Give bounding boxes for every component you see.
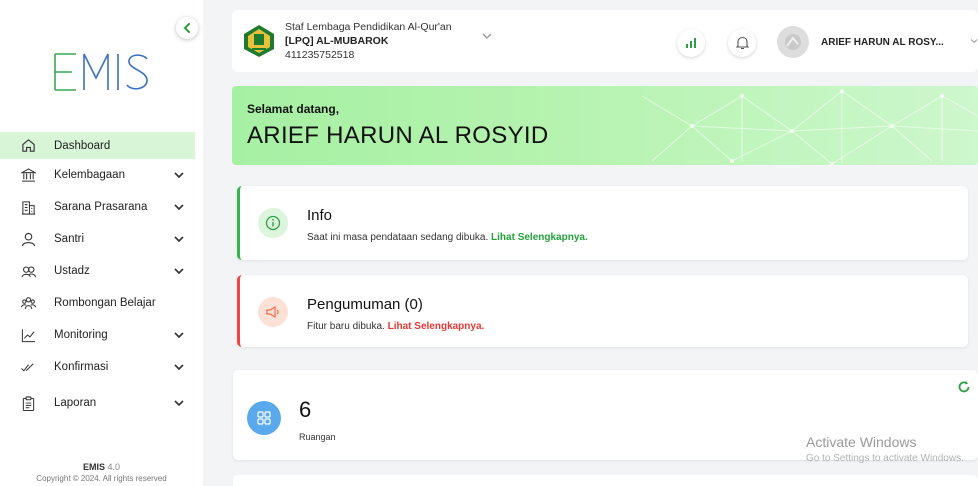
info-icon [258, 208, 288, 238]
sidebar-item-ustadz[interactable]: Ustadz [0, 255, 203, 287]
announcement-title: Pengumuman (0) [307, 296, 423, 313]
sidebar-item-konfirmasi[interactable]: Konfirmasi [0, 351, 203, 383]
chevron-down-icon [174, 204, 184, 211]
sidebar-item-label: Konfirmasi [54, 361, 109, 373]
org-id: 411235752518 [285, 49, 355, 61]
sidebar-item-label: Ustadz [54, 265, 90, 277]
statistics-button[interactable] [677, 29, 705, 57]
version-number: 4.0 [107, 462, 121, 472]
welcome-banner: Selamat datang, ARIEF HARUN AL ROSYID [232, 86, 978, 165]
user-name[interactable]: ARIEF HARUN AL ROSY... [821, 37, 944, 48]
emis-logo-mark [54, 53, 148, 91]
building-icon [20, 199, 36, 215]
chevron-down-icon [174, 268, 184, 275]
version-name: EMIS [82, 462, 105, 472]
org-role: Staf Lembaga Pendidikan Al-Qur'an [285, 21, 452, 33]
top-header: Staf Lembaga Pendidikan Al-Qur'an [LPQ] … [232, 10, 978, 72]
next-stat-card [233, 475, 978, 486]
collapse-sidebar-button[interactable] [176, 17, 198, 39]
user-full-name: ARIEF HARUN AL ROSYID [247, 122, 549, 149]
chevron-down-icon [174, 400, 184, 407]
sidebar-item-laporan[interactable]: Laporan [0, 383, 203, 423]
sidebar-item-label: Rombongan Belajar [54, 297, 156, 309]
info-read-more-link[interactable]: Lihat Selengkapnya. [491, 232, 588, 243]
user-icon [20, 231, 36, 247]
sidebar-item-sarana-prasarana[interactable]: Sarana Prasarana [0, 191, 203, 223]
chevron-down-icon [174, 236, 184, 243]
chevron-left-icon [183, 23, 190, 33]
announcement-text: Fitur baru dibuka. [307, 321, 385, 332]
avatar[interactable] [777, 26, 809, 58]
institution-selector[interactable]: Staf Lembaga Pendidikan Al-Qur'an [LPQ] … [285, 20, 452, 62]
watermark-title: Activate Windows [806, 434, 917, 450]
org-name: [LPQ] AL-MUBAROK [285, 35, 389, 47]
announcement-read-more-link[interactable]: Lihat Selengkapnya. [388, 321, 485, 332]
copyright-text: Copyright © 2024. All rights reserved [36, 474, 167, 483]
group-icon [20, 295, 36, 311]
activate-windows-watermark: Activate Windows Go to Settings to activ… [806, 434, 964, 464]
rooms-count: 6 [299, 397, 312, 422]
chevron-down-icon [174, 172, 184, 179]
institution-icon [20, 167, 36, 183]
rooms-label: Ruangan [299, 432, 336, 442]
sidebar-item-label: Monitoring [54, 329, 108, 341]
info-card: Info Saat ini masa pendataan sedang dibu… [237, 186, 968, 260]
chevron-down-icon [174, 364, 184, 371]
avatar-placeholder-icon [785, 34, 801, 50]
watermark-subtitle: Go to Settings to activate Windows. [806, 453, 964, 464]
sidebar-footer: EMIS 4.0 Copyright © 2024. All rights re… [0, 462, 203, 483]
sidebar-nav: Dashboard Kelembagaan Sarana Prasarana S… [0, 132, 203, 423]
sidebar-item-kelembagaan[interactable]: Kelembagaan [0, 159, 203, 191]
info-description: Saat ini masa pendataan sedang dibuka. L… [307, 232, 588, 243]
sidebar: Dashboard Kelembagaan Sarana Prasarana S… [0, 0, 203, 486]
sidebar-item-monitoring[interactable]: Monitoring [0, 319, 203, 351]
users-icon [20, 263, 36, 279]
notifications-button[interactable] [728, 29, 756, 57]
emis-logo [52, 50, 152, 94]
bell-icon [735, 36, 749, 50]
sidebar-item-label: Sarana Prasarana [54, 201, 148, 213]
ministry-emblem-icon [242, 24, 276, 58]
megaphone-icon [258, 297, 288, 327]
info-text: Saat ini masa pendataan sedang dibuka. [307, 232, 489, 243]
chart-line-icon [20, 327, 36, 343]
home-icon [20, 138, 36, 154]
sidebar-item-dashboard[interactable]: Dashboard [0, 132, 195, 159]
sidebar-item-label: Dashboard [54, 139, 111, 152]
network-pattern-decoration [641, 89, 978, 165]
sidebar-item-rombongan-belajar[interactable]: Rombongan Belajar [0, 287, 203, 319]
greeting-text: Selamat datang, [247, 102, 340, 116]
chevron-down-icon[interactable] [482, 32, 492, 40]
chevron-down-icon[interactable] [970, 38, 978, 44]
sidebar-item-label: Laporan [54, 397, 97, 409]
clipboard-icon [20, 395, 36, 411]
sidebar-item-label: Kelembagaan [54, 169, 125, 181]
refresh-icon[interactable] [957, 380, 971, 394]
bar-chart-icon [686, 38, 696, 48]
chevron-down-icon [174, 332, 184, 339]
announcement-card: Pengumuman (0) Fitur baru dibuka. Lihat … [237, 275, 968, 347]
sidebar-item-santri[interactable]: Santri [0, 223, 203, 255]
grid-icon [247, 401, 281, 435]
announcement-description: Fitur baru dibuka. Lihat Selengkapnya. [307, 321, 484, 332]
check-double-icon [20, 359, 36, 375]
sidebar-item-label: Santri [54, 233, 85, 245]
info-title: Info [307, 207, 333, 224]
